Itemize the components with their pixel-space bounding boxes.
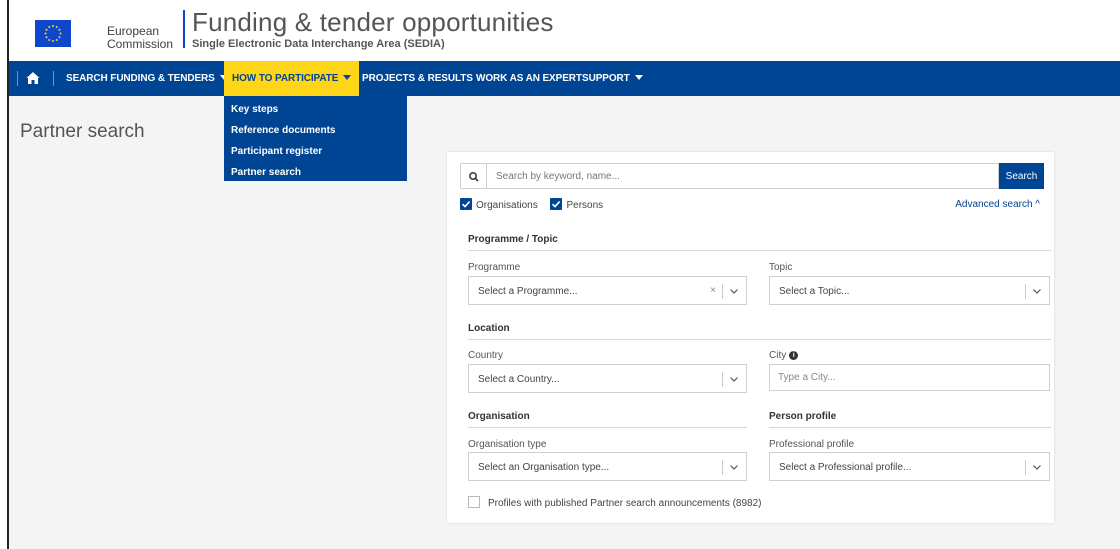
page-title: Partner search [20, 121, 145, 142]
professional-profile-placeholder: Select a Professional profile... [779, 462, 912, 473]
menu-item-key-steps[interactable]: Key steps [224, 99, 407, 120]
result-type-filters: Organisations Persons [460, 198, 613, 213]
search-icon [460, 163, 486, 189]
info-icon[interactable]: i [789, 351, 799, 360]
organisations-checkbox[interactable] [460, 198, 472, 210]
section-person-profile: Person profile [769, 411, 837, 422]
select-divider [722, 372, 723, 387]
select-divider [722, 284, 723, 299]
section-divider [769, 427, 1051, 428]
search-button[interactable]: Search [999, 163, 1044, 189]
menu-item-reference-documents[interactable]: Reference documents [224, 120, 407, 141]
search-bar: Search [460, 163, 1044, 189]
professional-profile-label: Professional profile [769, 439, 855, 450]
nav-divider [17, 71, 18, 86]
site-header: European Commission Funding & tender opp… [9, 0, 1120, 61]
select-divider [722, 460, 723, 475]
select-divider [1025, 284, 1026, 299]
topic-label: Topic [769, 262, 793, 273]
participate-dropdown-menu: Key steps Reference documents Participan… [224, 96, 407, 181]
select-divider [1025, 460, 1026, 475]
section-organisation: Organisation [468, 411, 530, 422]
nav-work-as-expert[interactable]: WORK AS AN EXPERT [476, 61, 582, 96]
partner-search-panel: Search Organisations Persons Advanced se… [447, 152, 1054, 523]
section-divider [468, 250, 1051, 251]
search-input[interactable] [486, 163, 999, 189]
section-divider [468, 427, 747, 428]
section-location: Location [468, 323, 510, 334]
announcements-checkbox[interactable] [468, 496, 480, 508]
clear-icon[interactable]: × [710, 285, 716, 296]
persons-label: Persons [566, 199, 604, 211]
commission-name: European Commission [107, 24, 174, 51]
city-label-row: City i [769, 350, 799, 361]
professional-profile-select[interactable]: Select a Professional profile... [769, 452, 1050, 481]
city-label: City [769, 350, 787, 361]
chevron-down-icon [1033, 465, 1041, 470]
organisation-type-placeholder: Select an Organisation type... [478, 462, 610, 473]
topic-select-placeholder: Select a Topic... [779, 286, 850, 297]
site-title[interactable]: Funding & tender opportunities [192, 7, 554, 38]
section-programme-topic: Programme / Topic [468, 234, 558, 245]
chevron-down-icon [730, 377, 738, 382]
chevron-down-icon [730, 289, 738, 294]
nav-how-to-participate[interactable]: HOW TO PARTICIPATE [224, 61, 360, 96]
organisations-label: Organisations [476, 199, 538, 211]
chevron-down-icon [1033, 289, 1041, 294]
country-select[interactable]: Select a Country... [468, 364, 747, 393]
site-subtitle: Single Electronic Data Interchange Area … [192, 38, 445, 50]
city-input[interactable] [769, 364, 1050, 391]
persons-checkbox[interactable] [550, 198, 563, 210]
programme-select[interactable]: Select a Programme... × [468, 276, 747, 305]
nav-divider [53, 71, 54, 86]
topic-select[interactable]: Select a Topic... [769, 276, 1050, 305]
main-nav: SEARCH FUNDING & TENDERS HOW TO PARTICIP… [9, 61, 1120, 96]
announcements-label: Profiles with published Partner search a… [488, 497, 762, 509]
header-divider [183, 10, 185, 48]
caret-down-icon [634, 74, 643, 80]
nav-support[interactable]: SUPPORT [582, 61, 643, 96]
organisation-type-label: Organisation type [468, 439, 547, 450]
programme-select-placeholder: Select a Programme... [478, 286, 578, 297]
country-select-placeholder: Select a Country... [478, 374, 560, 385]
organisation-type-select[interactable]: Select an Organisation type... [468, 452, 747, 481]
programme-label: Programme [468, 262, 521, 273]
country-label: Country [468, 350, 504, 361]
browser-frame: European Commission Funding & tender opp… [7, 0, 1120, 549]
advanced-search-toggle[interactable]: Advanced search ^ [955, 199, 1040, 210]
nav-projects-results[interactable]: PROJECTS & RESULTS [362, 61, 473, 96]
nav-search-funding[interactable]: SEARCH FUNDING & TENDERS [66, 61, 228, 96]
menu-item-partner-search[interactable]: Partner search [224, 162, 407, 183]
section-divider [468, 339, 1051, 340]
eu-flag-logo[interactable] [35, 20, 71, 47]
chevron-down-icon [730, 465, 738, 470]
menu-item-participant-register[interactable]: Participant register [224, 141, 407, 162]
home-icon[interactable] [26, 71, 40, 85]
announcements-filter: Profiles with published Partner search a… [468, 496, 772, 509]
caret-down-icon [343, 74, 352, 80]
